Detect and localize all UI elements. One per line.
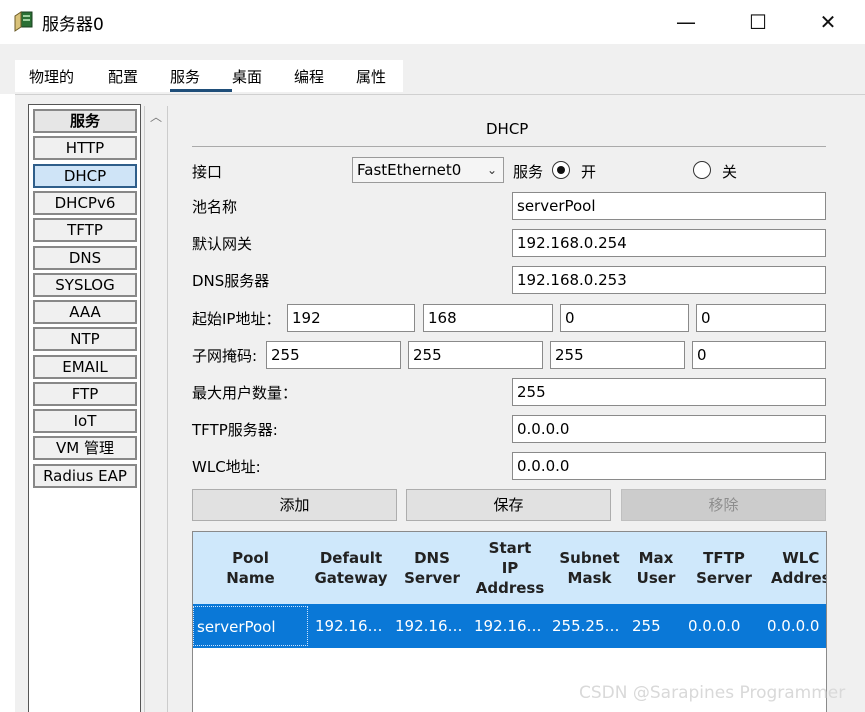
service-on-label: 开 xyxy=(581,163,597,181)
sidebar-item-aaa[interactable]: AAA xyxy=(33,300,137,324)
sidebar-item-ntp[interactable]: NTP xyxy=(33,327,137,351)
cell-dns-server[interactable]: 192.16… xyxy=(395,604,469,648)
cell-pool-name[interactable]: serverPool xyxy=(193,606,308,646)
column-header-subnet-mask[interactable]: Subnet Mask xyxy=(550,532,629,604)
sidebar-item-radius-eap[interactable]: Radius EAP xyxy=(33,464,137,488)
remove-button: 移除 xyxy=(621,489,826,521)
column-header-wlc-address[interactable]: WLC Addres xyxy=(765,532,826,604)
sidebar-item-dns[interactable]: DNS xyxy=(33,246,137,270)
minimize-button[interactable]: — xyxy=(658,4,714,40)
subnet-octet-1[interactable]: 255 xyxy=(266,341,401,369)
sidebar-item-iot[interactable]: IoT xyxy=(33,409,137,433)
gateway-label: 默认网关 xyxy=(192,235,253,253)
sidebar-item-syslog[interactable]: SYSLOG xyxy=(33,273,137,297)
interface-label: 接口 xyxy=(192,163,223,181)
sidebar-item-http[interactable]: HTTP xyxy=(33,136,137,160)
cell-tftp-server[interactable]: 0.0.0.0 xyxy=(688,604,760,648)
chevron-down-icon: ⌄ xyxy=(486,163,497,177)
tab-bar: 物理的 配置 服务 桌面 编程 属性 xyxy=(15,60,403,92)
start-ip-octet-2[interactable]: 168 xyxy=(423,304,553,332)
sidebar-header: 服务 xyxy=(33,109,137,133)
save-button[interactable]: 保存 xyxy=(406,489,611,521)
tab-desktop[interactable]: 桌面 xyxy=(232,66,262,87)
sidebar-item-vm[interactable]: VM 管理 xyxy=(33,436,137,460)
section-divider xyxy=(192,146,826,147)
wlc-label: WLC地址: xyxy=(192,458,261,476)
gateway-input[interactable]: 192.168.0.254 xyxy=(512,229,826,257)
title-bar: 服务器0 — ☐ ✕ xyxy=(0,0,865,44)
table-row[interactable]: serverPool 192.16… 192.16… 192.16… 255.2… xyxy=(193,604,826,648)
watermark-text: CSDN @Sarapines Programmer xyxy=(579,683,846,703)
tftp-label: TFTP服务器: xyxy=(192,421,278,439)
tab-attributes[interactable]: 属性 xyxy=(356,66,386,87)
tab-physical[interactable]: 物理的 xyxy=(29,66,74,87)
start-ip-octet-4[interactable]: 0 xyxy=(696,304,826,332)
column-header-pool-name[interactable]: Pool Name xyxy=(193,532,308,604)
subnet-octet-4[interactable]: 0 xyxy=(692,341,826,369)
service-off-radio[interactable] xyxy=(693,161,711,179)
sidebar-scrollbar[interactable] xyxy=(144,106,168,712)
maximize-button[interactable]: ☐ xyxy=(730,4,786,40)
service-label: 服务 xyxy=(513,163,544,181)
column-header-default-gateway[interactable]: Default Gateway xyxy=(308,532,394,604)
start-ip-label: 起始IP地址： xyxy=(192,310,281,328)
tab-programming[interactable]: 编程 xyxy=(294,66,324,87)
close-button[interactable]: ✕ xyxy=(800,4,856,40)
tab-strip: 物理的 配置 服务 桌面 编程 属性 xyxy=(0,44,865,94)
subnet-label: 子网掩码: xyxy=(192,347,258,365)
cell-start-ip[interactable]: 192.16… xyxy=(474,604,548,648)
pool-name-input[interactable]: serverPool xyxy=(512,192,826,220)
dns-label: DNS服务器 xyxy=(192,272,270,290)
column-header-tftp-server[interactable]: TFTP Server xyxy=(683,532,765,604)
cell-max-user[interactable]: 255 xyxy=(632,604,680,648)
subnet-octet-2[interactable]: 255 xyxy=(408,341,543,369)
window-title: 服务器0 xyxy=(42,15,104,35)
max-users-input[interactable]: 255 xyxy=(512,378,826,406)
wlc-input[interactable]: 0.0.0.0 xyxy=(512,452,826,480)
service-off-label: 关 xyxy=(722,163,738,181)
service-on-radio[interactable] xyxy=(552,161,570,179)
sidebar-item-dhcpv6[interactable]: DHCPv6 xyxy=(33,191,137,215)
interface-select[interactable]: FastEthernet0 ⌄ xyxy=(352,157,504,183)
pool-name-label: 池名称 xyxy=(192,198,238,216)
tab-config[interactable]: 配置 xyxy=(108,66,138,87)
tab-services[interactable]: 服务 xyxy=(170,66,200,87)
subnet-octet-3[interactable]: 255 xyxy=(550,341,685,369)
column-header-start-ip[interactable]: Start IP Address xyxy=(470,532,550,604)
sidebar-item-tftp[interactable]: TFTP xyxy=(33,218,137,242)
max-users-label: 最大用户数量： xyxy=(192,384,298,402)
sidebar-item-dhcp[interactable]: DHCP xyxy=(33,164,137,188)
column-header-max-user[interactable]: Max User xyxy=(629,532,683,604)
cell-default-gateway[interactable]: 192.16… xyxy=(315,604,391,648)
add-button[interactable]: 添加 xyxy=(192,489,397,521)
server-app-icon xyxy=(14,11,33,32)
active-tab-indicator xyxy=(170,89,232,92)
table-header: Pool Name Default Gateway DNS Server Sta… xyxy=(193,532,826,604)
sidebar-item-email[interactable]: EMAIL xyxy=(33,355,137,379)
cell-wlc-address[interactable]: 0.0.0.0 xyxy=(767,604,826,648)
cell-subnet-mask[interactable]: 255.25… xyxy=(552,604,628,648)
start-ip-octet-1[interactable]: 192 xyxy=(287,304,415,332)
tftp-input[interactable]: 0.0.0.0 xyxy=(512,415,826,443)
column-header-dns-server[interactable]: DNS Server xyxy=(394,532,470,604)
sidebar-item-ftp[interactable]: FTP xyxy=(33,382,137,406)
dns-input[interactable]: 192.168.0.253 xyxy=(512,266,826,294)
scroll-up-icon[interactable]: ︿ xyxy=(148,110,164,124)
interface-value: FastEthernet0 xyxy=(357,161,462,179)
start-ip-octet-3[interactable]: 0 xyxy=(560,304,689,332)
section-title: DHCP xyxy=(486,120,529,138)
services-sidebar: 服务 HTTP DHCP DHCPv6 TFTP DNS SYSLOG AAA … xyxy=(28,104,141,712)
